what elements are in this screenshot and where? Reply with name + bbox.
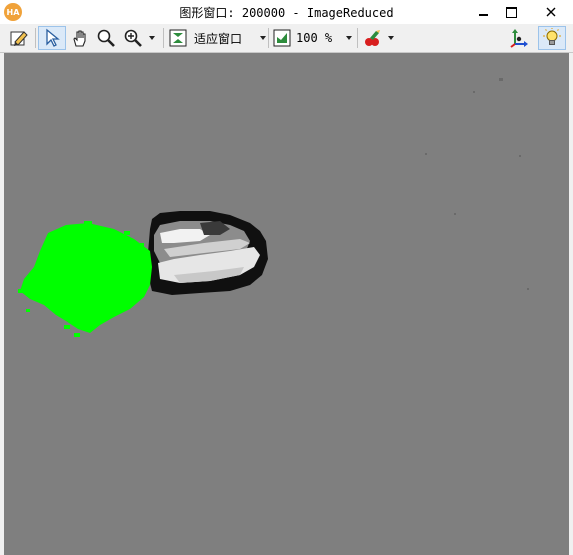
lightbulb-tool-button[interactable]	[538, 26, 566, 50]
maximize-button[interactable]	[496, 0, 526, 24]
maximize-icon	[505, 6, 517, 18]
image-canvas[interactable]	[4, 53, 569, 555]
minimize-icon	[478, 14, 488, 16]
fit-window-dropdown[interactable]: 适应窗口	[168, 26, 268, 50]
magnifier-icon	[97, 29, 115, 47]
color-tool-button[interactable]	[360, 26, 396, 50]
toolbar-separator	[35, 28, 36, 48]
color-palette-icon	[365, 30, 380, 46]
edit-draw-icon	[10, 31, 28, 46]
minimize-button[interactable]	[468, 0, 498, 24]
axis-icon	[510, 29, 528, 48]
hand-icon	[73, 30, 86, 47]
magnify-tool-button[interactable]	[94, 26, 118, 50]
ship-object	[148, 211, 268, 295]
chevron-down-icon	[388, 36, 394, 40]
chevron-down-icon	[149, 36, 155, 40]
pointer-icon	[46, 28, 60, 47]
edit-tool-button[interactable]	[6, 26, 32, 50]
zoom-tool-button[interactable]	[120, 26, 158, 50]
zoom-percent-value: 100 %	[296, 31, 333, 45]
image-display	[4, 53, 569, 555]
zoom-in-icon	[124, 29, 142, 47]
toolbar-separator	[163, 28, 164, 48]
axis-tool-button[interactable]	[506, 26, 532, 50]
zoom-percent-dropdown[interactable]: 100 %	[272, 26, 356, 50]
chevron-down-icon	[260, 36, 267, 40]
graphics-window: HA 图形窗口: 200000 - ImageReduced 适应窗口 100 …	[0, 0, 573, 555]
toolbar: 适应窗口 100 %	[0, 24, 573, 53]
lightbulb-icon	[543, 28, 561, 45]
frame-right	[569, 53, 573, 555]
chevron-down-icon	[346, 36, 353, 40]
pointer-tool-button[interactable]	[38, 26, 66, 50]
zoom-percent-icon	[273, 29, 291, 47]
pan-tool-button[interactable]	[68, 26, 92, 50]
close-icon	[546, 7, 555, 17]
toolbar-separator	[357, 28, 358, 48]
close-button[interactable]	[528, 0, 573, 24]
fit-window-icon	[169, 29, 187, 47]
toolbar-separator	[268, 28, 269, 48]
title-bar: HA 图形窗口: 200000 - ImageReduced	[0, 0, 573, 24]
fit-window-label: 适应窗口	[194, 31, 243, 46]
